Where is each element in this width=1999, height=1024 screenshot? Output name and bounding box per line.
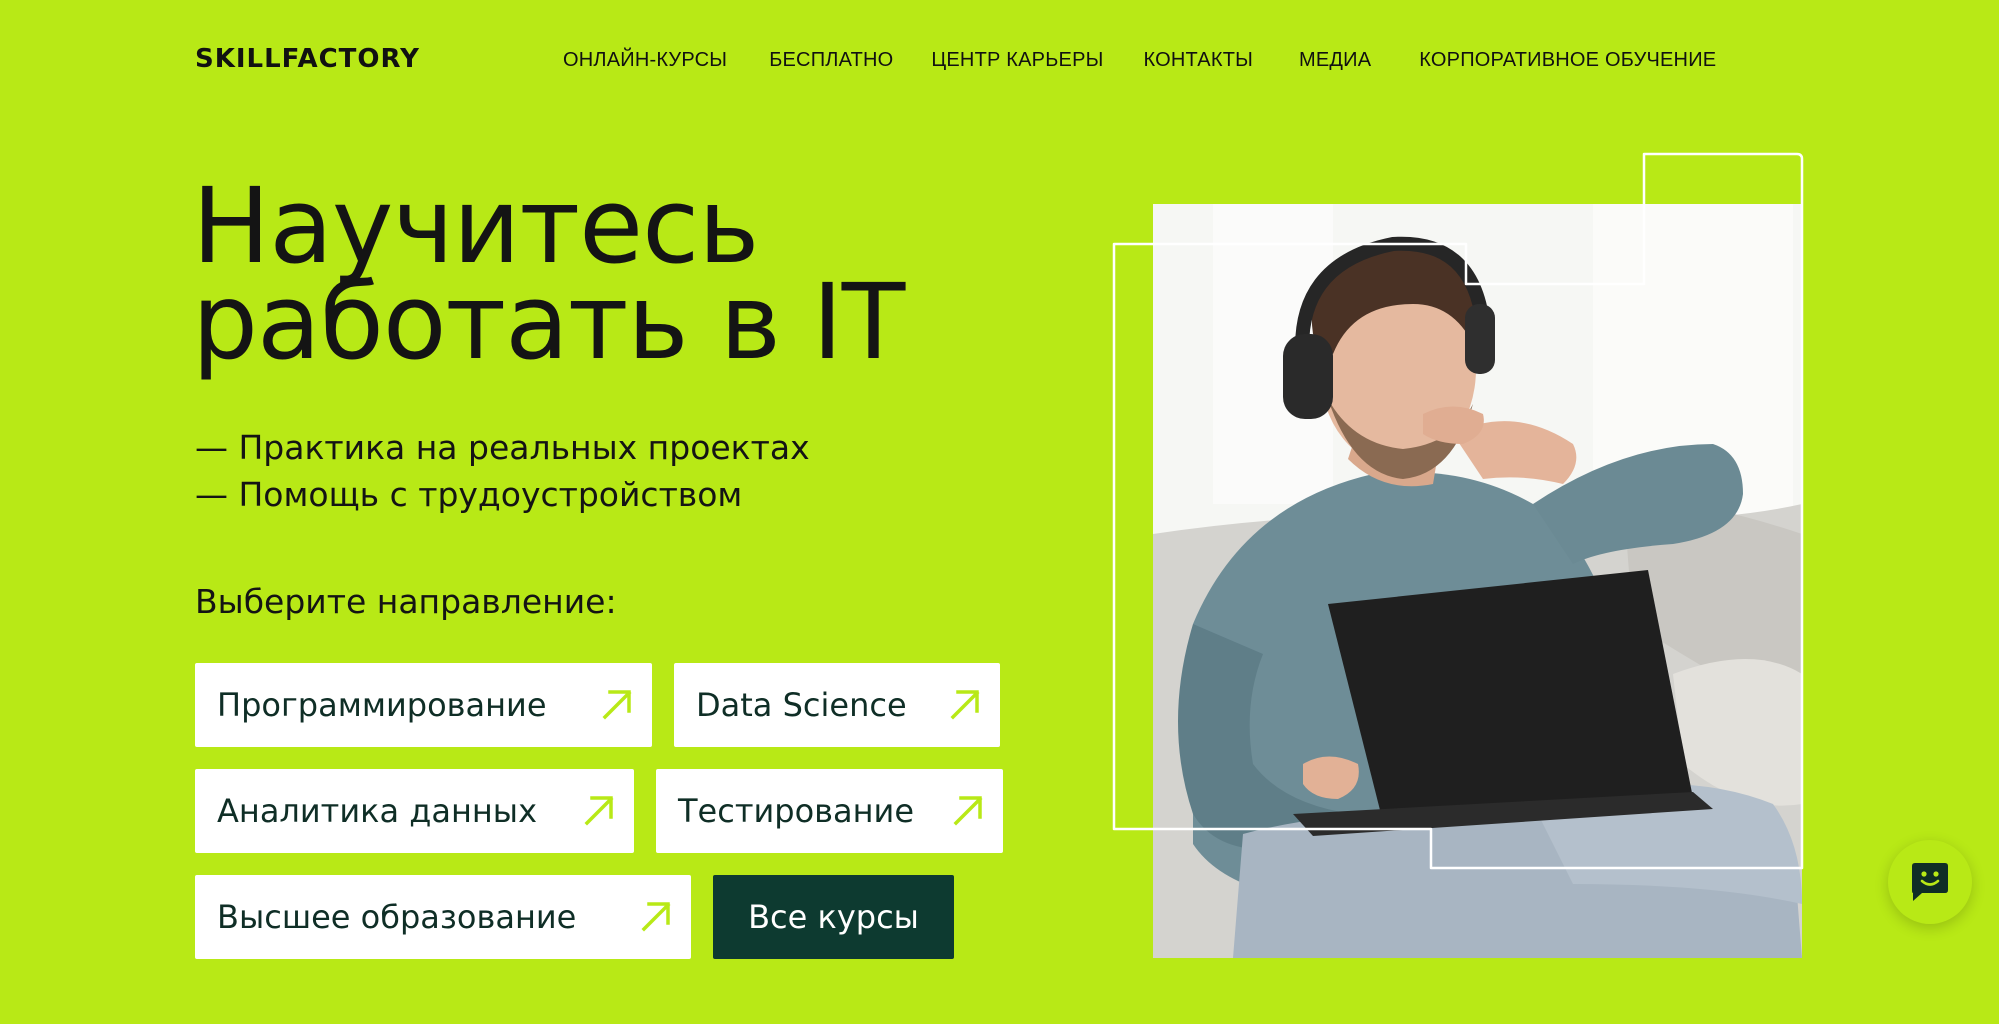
nav-career-center[interactable]: ЦЕНТР КАРЬЕРЫ bbox=[931, 50, 1103, 70]
hero-title-line-2: работать в IT bbox=[192, 261, 905, 383]
main-nav: ОНЛАЙН-КУРСЫ БЕСПЛАТНО ЦЕНТР КАРЬЕРЫ КОН… bbox=[563, 50, 1716, 70]
chat-button[interactable] bbox=[1888, 840, 1972, 924]
logo[interactable]: SKILLFACTORY bbox=[195, 46, 420, 72]
all-courses-label: Все курсы bbox=[748, 898, 919, 936]
hero-bullets: — Практика на реальных проектах — Помощь… bbox=[195, 424, 810, 518]
chat-smile-icon bbox=[1912, 863, 1948, 901]
nav-media[interactable]: МЕДИА bbox=[1299, 50, 1371, 70]
nav-contacts[interactable]: КОНТАКТЫ bbox=[1144, 50, 1254, 70]
direction-data-analytics-button[interactable]: Аналитика данных bbox=[195, 769, 634, 853]
all-courses-button[interactable]: Все курсы bbox=[713, 875, 954, 959]
direction-programming-button[interactable]: Программирование bbox=[195, 663, 652, 747]
nav-corporate-training[interactable]: КОРПОРАТИВНОЕ ОБУЧЕНИЕ bbox=[1419, 50, 1716, 70]
direction-label: Data Science bbox=[696, 686, 907, 724]
choose-direction-label: Выберите направление: bbox=[195, 582, 617, 621]
bullet-employment: — Помощь с трудоустройством bbox=[195, 475, 743, 514]
arrow-up-right-icon bbox=[584, 796, 614, 826]
bullet-practice: — Практика на реальных проектах bbox=[195, 428, 810, 467]
direction-higher-education-button[interactable]: Высшее образование bbox=[195, 875, 691, 959]
student-with-laptop-illustration bbox=[1153, 204, 1802, 958]
site-header: SKILLFACTORY ОНЛАЙН-КУРСЫ БЕСПЛАТНО ЦЕНТ… bbox=[0, 0, 1999, 120]
nav-online-courses[interactable]: ОНЛАЙН-КУРСЫ bbox=[563, 50, 727, 70]
hero-title-line-1: Научитесь bbox=[192, 165, 760, 287]
direction-data-science-button[interactable]: Data Science bbox=[674, 663, 1000, 747]
direction-testing-button[interactable]: Тестирование bbox=[656, 769, 1003, 853]
direction-label: Аналитика данных bbox=[217, 792, 537, 830]
hero-title: Научитесь работать в IT bbox=[192, 165, 905, 383]
arrow-up-right-icon bbox=[953, 796, 983, 826]
direction-label: Программирование bbox=[217, 686, 547, 724]
arrow-up-right-icon bbox=[602, 690, 632, 720]
direction-label: Тестирование bbox=[678, 792, 915, 830]
arrow-up-right-icon bbox=[641, 902, 671, 932]
hero-photo bbox=[1153, 204, 1802, 958]
nav-free[interactable]: БЕСПЛАТНО bbox=[769, 50, 893, 70]
direction-label: Высшее образование bbox=[217, 898, 577, 936]
arrow-up-right-icon bbox=[950, 690, 980, 720]
